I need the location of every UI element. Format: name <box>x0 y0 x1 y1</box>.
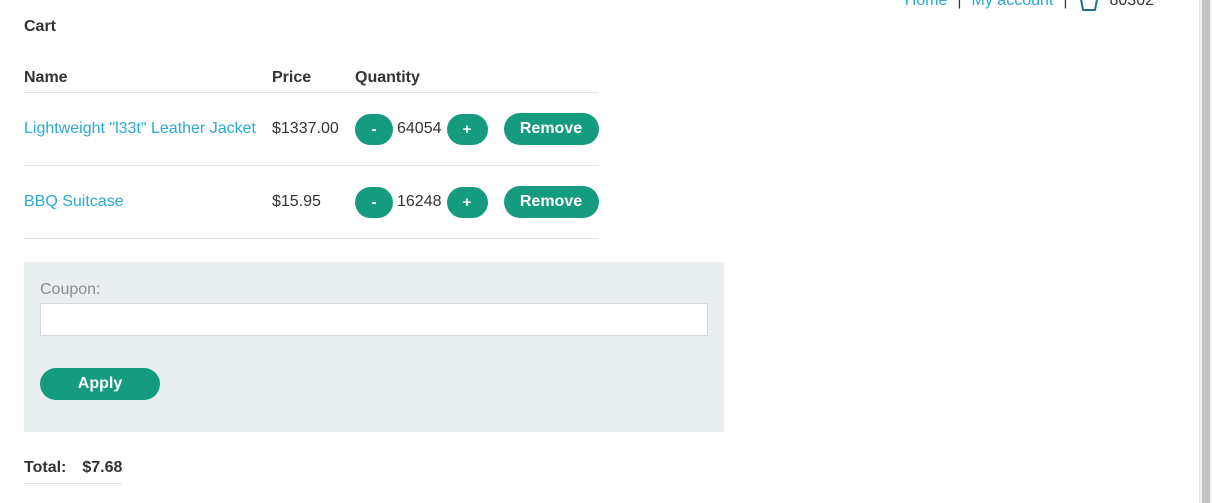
apply-coupon-button[interactable]: Apply <box>40 368 160 400</box>
scrollbar[interactable] <box>1199 0 1212 503</box>
table-row: BBQ Suitcase $15.95 - 16248 + Remove <box>24 165 599 239</box>
page-title: Cart <box>24 18 57 35</box>
item-link[interactable]: Lightweight "l33t" Leather Jacket <box>24 120 256 137</box>
total-value: $7.68 <box>82 459 123 476</box>
remove-button[interactable]: Remove <box>503 186 599 218</box>
decrease-quantity-button[interactable]: - <box>355 113 393 145</box>
cart-icon[interactable] <box>1078 0 1100 12</box>
coupon-label: Coupon: <box>40 281 101 298</box>
item-name-cell: Lightweight "l33t" Leather Jacket <box>24 92 272 166</box>
item-name-cell: BBQ Suitcase <box>24 165 272 239</box>
decrease-quantity-button[interactable]: - <box>355 186 393 218</box>
coupon-form: Coupon: Apply <box>24 262 724 432</box>
top-navigation: Home | My account | 80302 <box>905 0 1154 13</box>
column-header-quantity: Quantity <box>355 64 599 93</box>
total-label: Total: <box>24 459 67 476</box>
quantity-value: 64054 <box>397 120 442 137</box>
item-quantity-cell: - 16248 + Remove <box>355 165 599 239</box>
cart-count: 80302 <box>1109 0 1155 9</box>
increase-quantity-button[interactable]: + <box>446 113 488 145</box>
item-quantity-cell: - 64054 + Remove <box>355 92 599 166</box>
total-row: Total: $7.68 <box>24 459 122 484</box>
home-link[interactable]: Home <box>905 0 948 10</box>
item-link[interactable]: BBQ Suitcase <box>24 193 124 210</box>
scrollbar-thumb[interactable] <box>1202 0 1210 503</box>
table-row: Lightweight "l33t" Leather Jacket $1337.… <box>24 92 599 166</box>
nav-separator: | <box>957 0 962 9</box>
column-header-name: Name <box>24 64 272 93</box>
column-header-price: Price <box>272 64 355 93</box>
table-header-row: Name Price Quantity <box>24 64 599 93</box>
increase-quantity-button[interactable]: + <box>446 186 488 218</box>
remove-button[interactable]: Remove <box>503 113 599 145</box>
coupon-input[interactable] <box>40 303 708 336</box>
cart-table: Name Price Quantity Lightweight "l33t" L… <box>24 64 599 239</box>
quantity-value: 16248 <box>397 193 442 210</box>
item-price: $1337.00 <box>272 92 355 166</box>
nav-separator: | <box>1063 0 1068 9</box>
item-price: $15.95 <box>272 165 355 239</box>
my-account-link[interactable]: My account <box>972 0 1054 10</box>
